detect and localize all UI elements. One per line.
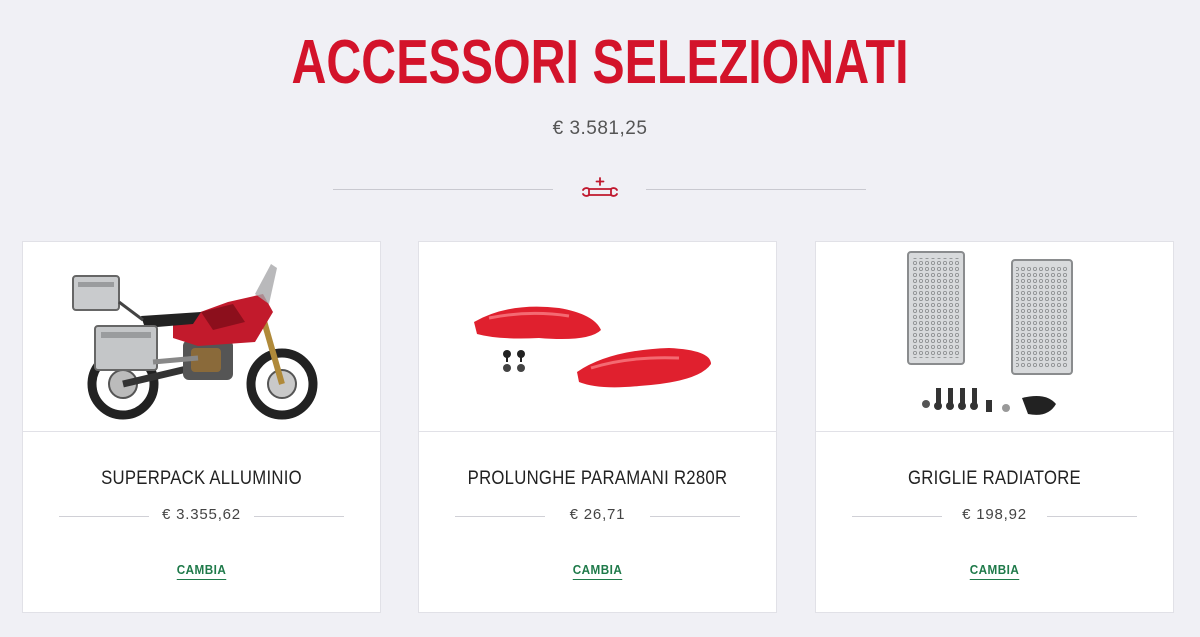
change-link-wrapper: CAMBIA	[419, 561, 776, 580]
product-price: € 3.355,62	[162, 506, 241, 523]
price-row: € 26,71	[419, 506, 776, 526]
product-name: SUPERPACK ALLUMINIO	[101, 468, 302, 489]
price-row: € 3.355,62	[23, 506, 380, 526]
change-button[interactable]: CAMBIA	[969, 562, 1020, 580]
product-price: € 198,92	[962, 506, 1027, 523]
accessory-card-superpack[interactable]: SUPERPACK ALLUMINIO € 3.355,62 CAMBIA	[22, 241, 381, 613]
accessory-card-handguards[interactable]: PROLUNGHE PARAMANI R280R € 26,71 CAMBIA	[418, 241, 777, 613]
change-link-wrapper: CAMBIA	[816, 561, 1173, 580]
wrench-plus-icon	[580, 176, 620, 202]
product-name: PROLUNGHE PARAMANI R280R	[467, 468, 728, 489]
change-link-wrapper: CAMBIA	[23, 561, 380, 580]
handguard-image[interactable]	[419, 242, 776, 432]
product-price: € 26,71	[569, 506, 626, 523]
divider-right	[646, 189, 866, 190]
radiator-grille-image[interactable]	[816, 242, 1173, 432]
total-price: € 3.581,25	[552, 118, 648, 139]
motorcycle-image[interactable]	[23, 242, 380, 432]
page-title: ACCESSORI SELEZIONATI	[291, 28, 909, 97]
change-button[interactable]: CAMBIA	[176, 562, 227, 580]
change-button[interactable]: CAMBIA	[572, 562, 623, 580]
price-row: € 198,92	[816, 506, 1173, 526]
divider-left	[333, 189, 553, 190]
price-line-right	[1047, 516, 1137, 517]
price-line-right	[254, 516, 344, 517]
price-line-right	[650, 516, 740, 517]
accessory-card-radiator-grilles[interactable]: GRIGLIE RADIATORE € 198,92 CAMBIA	[815, 241, 1174, 613]
product-name: GRIGLIE RADIATORE	[908, 468, 1081, 489]
